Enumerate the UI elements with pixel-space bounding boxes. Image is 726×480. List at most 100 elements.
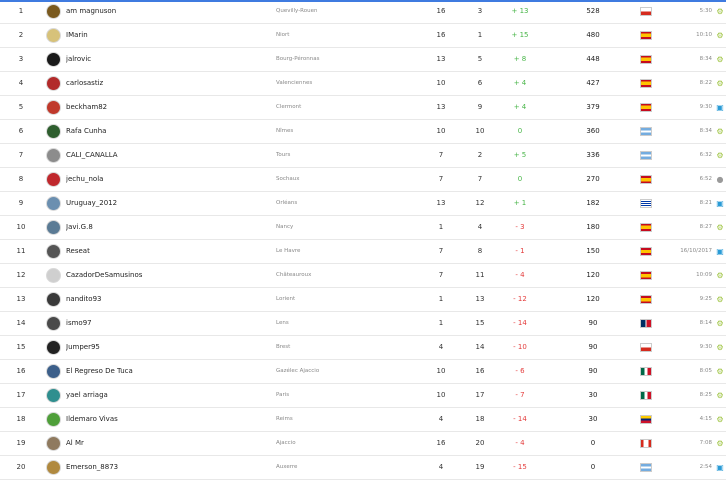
player-name-link[interactable]: Uruguay_2012 <box>66 192 266 215</box>
player-name-link[interactable]: carlosastiz <box>66 72 266 95</box>
avatar[interactable] <box>46 172 61 187</box>
player-name-link[interactable]: IMarin <box>66 24 266 47</box>
position-value: 3 <box>477 7 483 15</box>
table-row-16[interactable]: 16 El Regreso De Tuca Gazélec Ajaccio 10… <box>0 360 726 384</box>
table-row-8[interactable]: 8 jechu_nola Sochaux 7 7 0 270 6:52 ● <box>0 168 726 192</box>
rank-cell: 1 <box>18 7 24 15</box>
avatar[interactable] <box>46 316 61 331</box>
avatar[interactable] <box>46 436 61 451</box>
points-value: 90 <box>588 343 598 351</box>
avatar[interactable] <box>46 412 61 427</box>
table-row-7[interactable]: 7 CALI_CANALLA Tours 7 2 + 5 336 6:32 ⚙ <box>0 144 726 168</box>
player-name-link[interactable]: beckham82 <box>66 96 266 119</box>
table-row-2[interactable]: 2 IMarin Niort 16 1 + 15 480 10:10 ⚙ <box>0 24 726 48</box>
table-row-11[interactable]: 11 Reseat Le Havre 7 8 - 1 150 16/10/201… <box>0 240 726 264</box>
played-count: 7 <box>438 151 444 159</box>
avatar[interactable] <box>46 28 61 43</box>
difference-value: - 3 <box>515 223 525 231</box>
table-row-10[interactable]: 10 Javi.G.8 Nancy 1 4 - 3 180 8:27 ⚙ <box>0 216 726 240</box>
android-icon: ⚙ <box>716 343 724 352</box>
table-row-9[interactable]: 9 Uruguay_2012 Orléans 13 12 + 1 182 8:2… <box>0 192 726 216</box>
table-row-18[interactable]: 18 Ildemaro Vivas Reims 4 18 - 14 30 4:1… <box>0 408 726 432</box>
table-row-3[interactable]: 3 jalrovic Bourg-Péronnas 13 5 + 8 448 8… <box>0 48 726 72</box>
avatar[interactable] <box>46 52 61 67</box>
player-name-link[interactable]: ismo97 <box>66 312 266 335</box>
team-name: Lorient <box>276 296 296 302</box>
table-row-17[interactable]: 17 yael arriaga Paris 10 17 - 7 30 8:25 … <box>0 384 726 408</box>
avatar[interactable] <box>46 244 61 259</box>
table-row-15[interactable]: 15 Jumper95 Brest 4 14 - 10 90 9:30 ⚙ <box>0 336 726 360</box>
player-name-link[interactable]: Emerson_8873 <box>66 456 266 479</box>
player-name-link[interactable]: CALI_CANALLA <box>66 144 266 167</box>
table-row-14[interactable]: 14 ismo97 Lens 1 15 - 14 90 8:14 ⚙ <box>0 312 726 336</box>
points-value: 0 <box>590 463 596 471</box>
avatar[interactable] <box>46 460 61 475</box>
avatar[interactable] <box>46 148 61 163</box>
avatar[interactable] <box>46 388 61 403</box>
last-seen-time: 8:34 <box>699 56 712 62</box>
android-icon: ⚙ <box>716 223 724 232</box>
table-row-1[interactable]: 1 am magnuson Quevilly-Rouen 16 3 + 13 5… <box>0 0 726 24</box>
avatar[interactable] <box>46 76 61 91</box>
table-row-5[interactable]: 5 beckham82 Clermont 13 9 + 4 379 9:30 ▣ <box>0 96 726 120</box>
rank-cell: 13 <box>16 295 26 303</box>
player-name-link[interactable]: Ildemaro Vivas <box>66 408 266 431</box>
table-row-4[interactable]: 4 carlosastiz Valenciennes 10 6 + 4 427 … <box>0 72 726 96</box>
desktop-icon: ▣ <box>716 103 724 112</box>
points-value: 90 <box>588 319 598 327</box>
difference-value: - 1 <box>515 247 525 255</box>
player-name-link[interactable]: Javi.G.8 <box>66 216 266 239</box>
player-name-link[interactable]: CazadorDeSamusinos <box>66 264 266 287</box>
played-count: 13 <box>436 55 446 63</box>
player-name-link[interactable]: Reseat <box>66 240 266 263</box>
difference-value: + 4 <box>513 79 527 87</box>
position-value: 6 <box>477 79 483 87</box>
last-seen-time: 8:34 <box>699 128 712 134</box>
team-name: Niort <box>276 32 290 38</box>
table-row-19[interactable]: 19 Al Mr Ajaccio 16 20 - 4 0 7:08 ⚙ <box>0 432 726 456</box>
avatar[interactable] <box>46 220 61 235</box>
player-name-link[interactable]: jechu_nola <box>66 168 266 191</box>
player-name-link[interactable]: jalrovic <box>66 48 266 71</box>
player-name-link[interactable]: El Regreso De Tuca <box>66 360 266 383</box>
last-seen-time: 9:25 <box>699 296 712 302</box>
points-value: 180 <box>586 223 600 231</box>
played-count: 4 <box>438 343 444 351</box>
avatar[interactable] <box>46 100 61 115</box>
player-name-link[interactable]: nandito93 <box>66 288 266 311</box>
difference-value: + 5 <box>513 151 527 159</box>
last-seen-time: 9:30 <box>699 344 712 350</box>
player-name-link[interactable]: Rafa Cunha <box>66 120 266 143</box>
avatar[interactable] <box>46 124 61 139</box>
avatar[interactable] <box>46 340 61 355</box>
played-count: 1 <box>438 295 444 303</box>
points-value: 150 <box>586 247 600 255</box>
last-seen-time: 16/10/2017 <box>680 248 712 254</box>
avatar[interactable] <box>46 268 61 283</box>
spain-flag-icon <box>640 223 652 232</box>
team-name: Reims <box>276 416 293 422</box>
table-row-6[interactable]: 6 Rafa Cunha Nîmes 10 10 0 360 8:34 ⚙ <box>0 120 726 144</box>
android-icon: ⚙ <box>716 295 724 304</box>
player-name-link[interactable]: am magnuson <box>66 0 266 23</box>
avatar[interactable] <box>46 196 61 211</box>
player-name-link[interactable]: Al Mr <box>66 432 266 455</box>
table-row-13[interactable]: 13 nandito93 Lorient 1 13 - 12 120 9:25 … <box>0 288 726 312</box>
avatar[interactable] <box>46 292 61 307</box>
difference-value: - 15 <box>513 463 527 471</box>
player-name-link[interactable]: Jumper95 <box>66 336 266 359</box>
spain-flag-icon <box>640 271 652 280</box>
points-value: 360 <box>586 127 600 135</box>
team-name: Brest <box>276 344 291 350</box>
team-name: Lens <box>276 320 289 326</box>
android-icon: ⚙ <box>716 415 724 424</box>
points-value: 120 <box>586 295 600 303</box>
points-value: 30 <box>588 415 598 423</box>
played-count: 10 <box>436 127 446 135</box>
avatar[interactable] <box>46 4 61 19</box>
avatar[interactable] <box>46 364 61 379</box>
table-row-12[interactable]: 12 CazadorDeSamusinos Châteauroux 7 11 -… <box>0 264 726 288</box>
rank-cell: 17 <box>16 391 26 399</box>
points-value: 270 <box>586 175 600 183</box>
player-name-link[interactable]: yael arriaga <box>66 384 266 407</box>
